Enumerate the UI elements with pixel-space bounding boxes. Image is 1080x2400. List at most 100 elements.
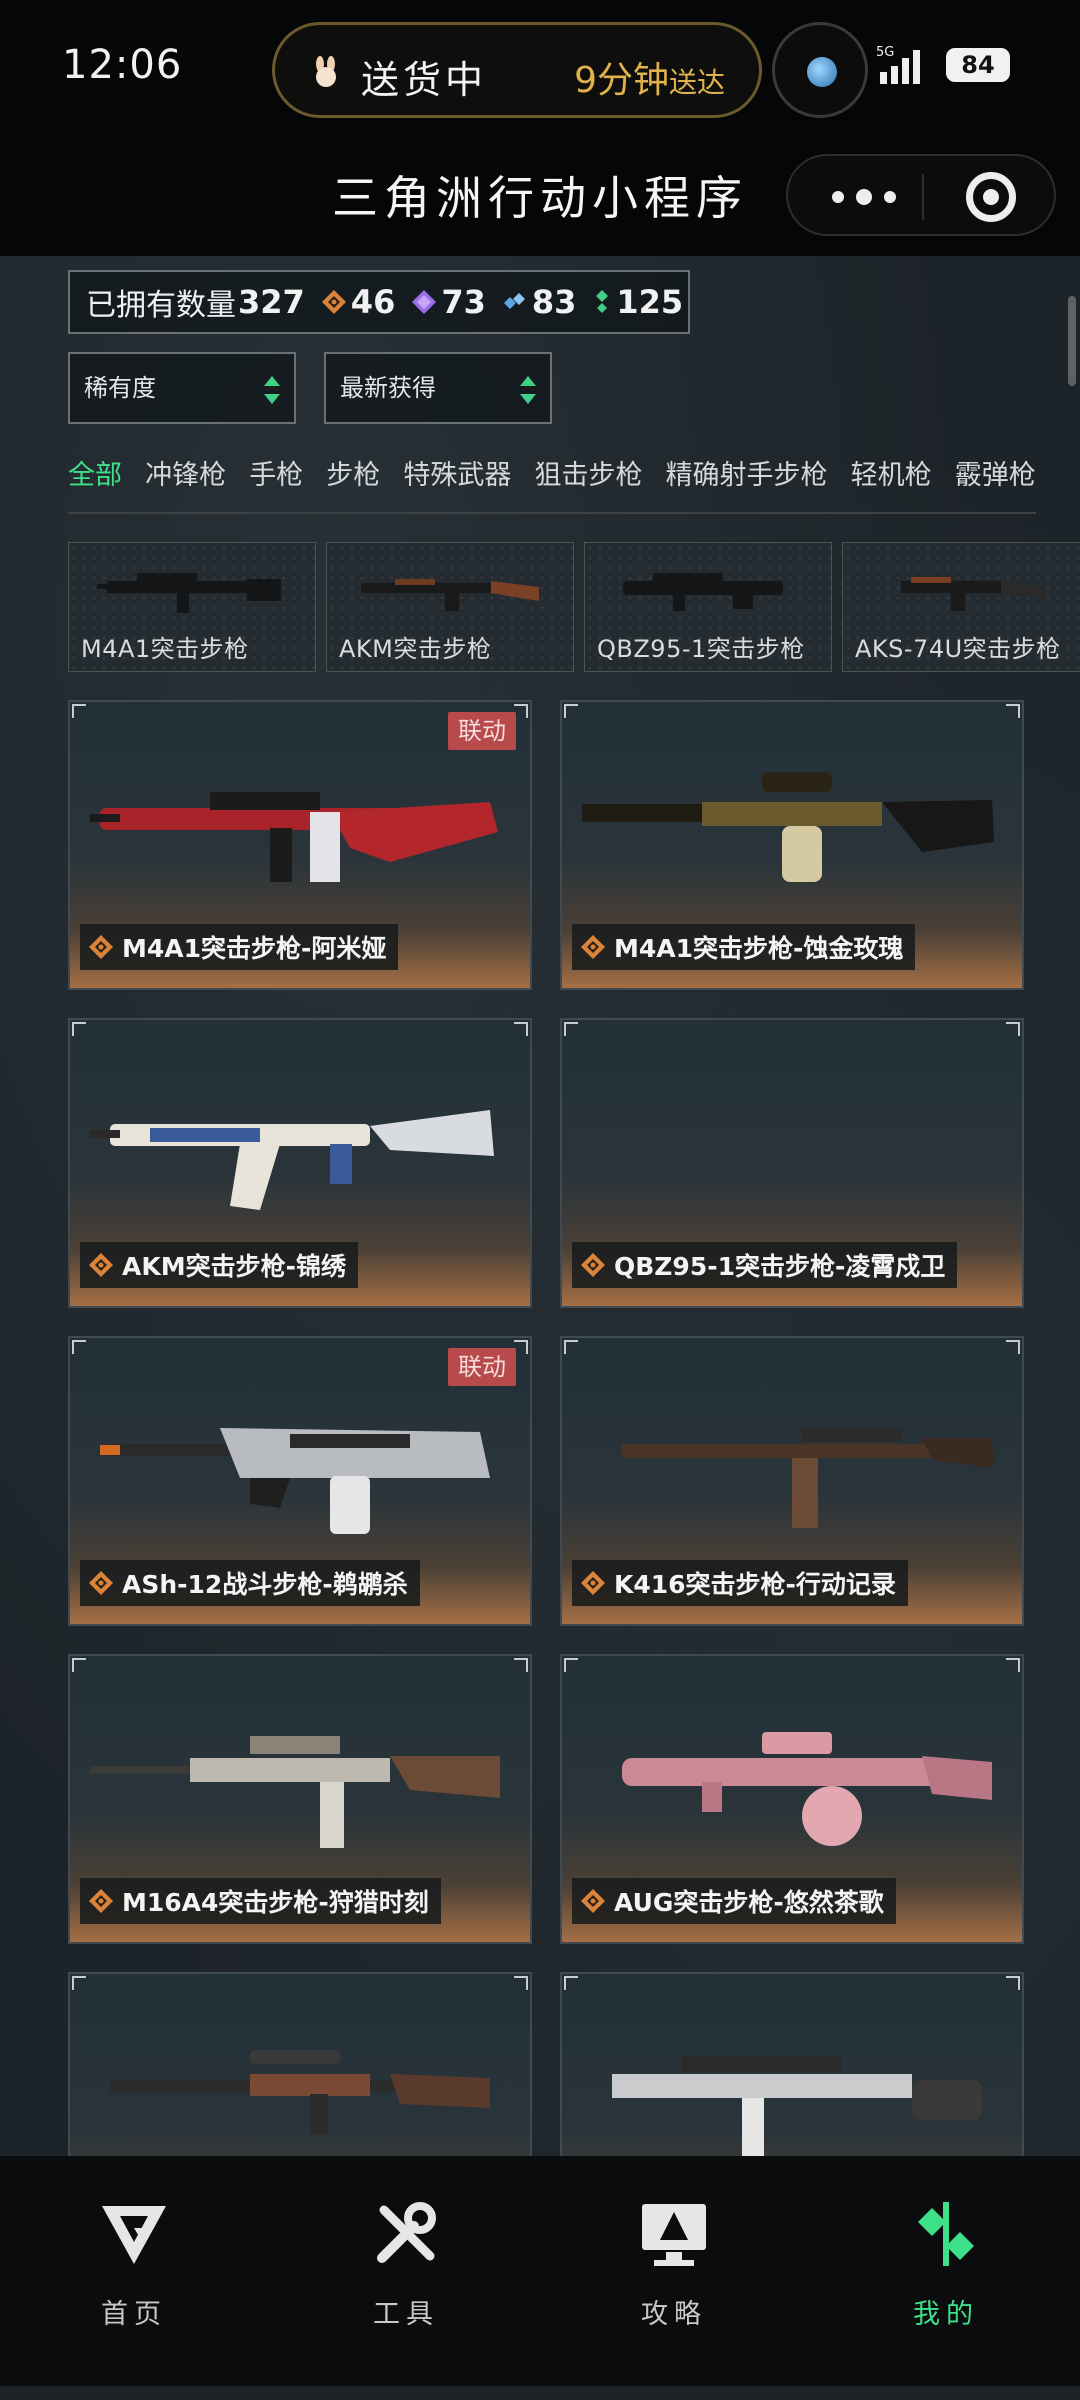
quick-weapon-aks74u[interactable]: AKS-74U突击步枪 <box>842 542 1080 672</box>
owned-count: 327 <box>238 283 305 321</box>
skin-card[interactable]: QBZ95-1突击步枪-凌霄戍卫 <box>560 1018 1024 1308</box>
skin-label: M4A1突击步枪-阿米娅 <box>80 924 399 970</box>
skin-name: QBZ95-1突击步枪-凌霄戍卫 <box>614 1252 946 1281</box>
card-corner <box>1006 1022 1020 1036</box>
gold-diamond-icon <box>581 1253 605 1277</box>
tab-lmg[interactable]: 轻机枪 <box>851 454 932 512</box>
skin-name: M16A4突击步枪-狩猎时刻 <box>122 1888 429 1917</box>
gold-diamond-icon <box>581 1571 605 1595</box>
collab-tag: 联动 <box>448 712 516 750</box>
weapon-skin-image <box>90 1110 494 1210</box>
skin-card[interactable]: K416突击步枪-行动记录 <box>560 1336 1024 1626</box>
nav-label: 我的 <box>913 2299 979 2330</box>
skin-card[interactable]: M4A1突击步枪-蚀金玫瑰 <box>560 700 1024 990</box>
tab-shotgun[interactable]: 霰弹枪 <box>955 454 1036 512</box>
scrollbar[interactable] <box>1068 296 1076 386</box>
collection-page[interactable]: 已拥有数量 327 46 73 83 125 稀有度 最新获得 全部 冲锋枪 手… <box>0 256 1080 2156</box>
collab-tag: 联动 <box>448 1348 516 1386</box>
tab-marksman[interactable]: 精确射手步枪 <box>666 454 828 512</box>
tab-special[interactable]: 特殊武器 <box>403 454 511 512</box>
delivery-pill[interactable]: 送货中 9分钟送达 <box>272 22 762 118</box>
skin-label: M16A4突击步枪-狩猎时刻 <box>80 1878 441 1924</box>
nav-home[interactable]: 首页 <box>64 2198 204 2348</box>
weapon-skin-image <box>622 1732 992 1846</box>
battery-indicator: 84 <box>946 48 1010 82</box>
weapon-skin-image <box>90 1736 500 1848</box>
card-corner <box>514 1340 528 1354</box>
category-tabs: 全部 冲锋枪 手枪 步枪 特殊武器 狙击步枪 精确射手步枪 轻机枪 霰弹枪 <box>68 454 1036 514</box>
close-miniprogram-icon[interactable] <box>966 172 1016 222</box>
nav-label: 首页 <box>101 2299 167 2330</box>
tab-sniper[interactable]: 狙击步枪 <box>534 454 642 512</box>
tab-all[interactable]: 全部 <box>68 454 122 512</box>
purple-diamond-icon <box>412 290 437 314</box>
delivery-status: 送货中 <box>361 58 488 102</box>
skin-card[interactable]: AKM突击步枪-锦绣 <box>68 1018 532 1308</box>
miniprogram-capsule <box>786 154 1056 236</box>
profile-icon <box>918 2202 974 2266</box>
skin-card[interactable]: 联动 M4A1突击步枪-阿米娅 <box>68 700 532 990</box>
quick-weapon-label: AKM突击步枪 <box>339 635 492 663</box>
skin-label: K416突击步枪-行动记录 <box>572 1560 908 1606</box>
green-count: 125 <box>592 283 683 321</box>
skin-name: AUG突击步枪-悠然茶歌 <box>614 1888 884 1917</box>
bottom-nav: 首页 工具 攻略 我的 <box>0 2156 1080 2400</box>
tab-rifle[interactable]: 步枪 <box>326 454 380 512</box>
card-corner <box>1006 704 1020 718</box>
quick-weapon-qbz95[interactable]: QBZ95-1突击步枪 <box>584 542 832 672</box>
delivery-eta: 9分钟送达 <box>574 51 725 103</box>
gold-diamond-icon <box>321 290 346 314</box>
skin-card[interactable]: M16A4突击步枪-狩猎时刻 <box>68 1654 532 1944</box>
quick-weapon-m4a1[interactable]: M4A1突击步枪 <box>68 542 316 672</box>
gold-diamond-icon <box>89 935 113 959</box>
purple-count: 73 <box>411 283 486 321</box>
skin-label: AKM突击步枪-锦绣 <box>80 1242 358 1288</box>
weapon-skin-image <box>110 2050 490 2134</box>
card-corner <box>72 1976 86 1990</box>
skin-label: QBZ95-1突击步枪-凌霄戍卫 <box>572 1242 958 1288</box>
green-diamond-icon <box>596 290 609 313</box>
gold-diamond-icon <box>89 1571 113 1595</box>
nav-guide[interactable]: 攻略 <box>604 2198 744 2348</box>
gold-diamond-icon <box>89 1889 113 1913</box>
tab-smg[interactable]: 冲锋枪 <box>145 454 226 512</box>
rarity-filter-label: 稀有度 <box>84 374 156 402</box>
skin-name: ASh-12战斗步枪-鹈鹕杀 <box>122 1570 408 1599</box>
nav-profile[interactable]: 我的 <box>876 2198 1016 2348</box>
skin-name: AKM突击步枪-锦绣 <box>122 1252 346 1281</box>
card-corner <box>564 1976 578 1990</box>
skin-name: M4A1突击步枪-阿米娅 <box>122 934 387 963</box>
skin-card[interactable] <box>560 1972 1024 2156</box>
weapon-skin-image <box>100 1428 490 1534</box>
sort-filter[interactable]: 最新获得 <box>324 352 552 424</box>
guide-icon <box>642 2204 706 2266</box>
nav-tools[interactable]: 工具 <box>336 2198 476 2348</box>
rarity-filter[interactable]: 稀有度 <box>68 352 296 424</box>
gold-diamond-icon <box>581 935 605 959</box>
delivery-eta-time: 9分钟 <box>574 60 669 101</box>
skin-card[interactable] <box>68 1972 532 2156</box>
card-corner <box>514 1022 528 1036</box>
card-corner <box>72 1022 86 1036</box>
skin-card[interactable]: 联动 ASh-12战斗步枪-鹈鹕杀 <box>68 1336 532 1626</box>
quick-weapon-label: M4A1突击步枪 <box>81 635 249 663</box>
card-corner <box>564 1340 578 1354</box>
quick-weapon-label: AKS-74U突击步枪 <box>855 635 1061 663</box>
tab-pistol[interactable]: 手枪 <box>249 454 303 512</box>
gold-count: 46 <box>321 283 396 321</box>
title-bar: 三角洲行动小程序 <box>0 130 1080 256</box>
quick-weapon-akm[interactable]: AKM突击步枪 <box>326 542 574 672</box>
gold-count-value: 46 <box>350 283 396 321</box>
card-corner <box>1006 1658 1020 1672</box>
more-icon[interactable] <box>824 182 904 212</box>
owned-summary: 已拥有数量 327 46 73 83 125 <box>68 270 690 334</box>
skin-card[interactable]: AUG突击步枪-悠然茶歌 <box>560 1654 1024 1944</box>
network-label: 5G <box>876 45 894 60</box>
skin-label: ASh-12战斗步枪-鹈鹕杀 <box>80 1560 420 1606</box>
assistant-bubble[interactable] <box>772 22 868 118</box>
card-corner <box>72 1340 86 1354</box>
home-icon <box>102 2206 166 2264</box>
rifle-icon <box>97 573 281 613</box>
nav-label: 攻略 <box>641 2299 707 2330</box>
delivery-eta-suffix: 送达 <box>668 66 725 99</box>
